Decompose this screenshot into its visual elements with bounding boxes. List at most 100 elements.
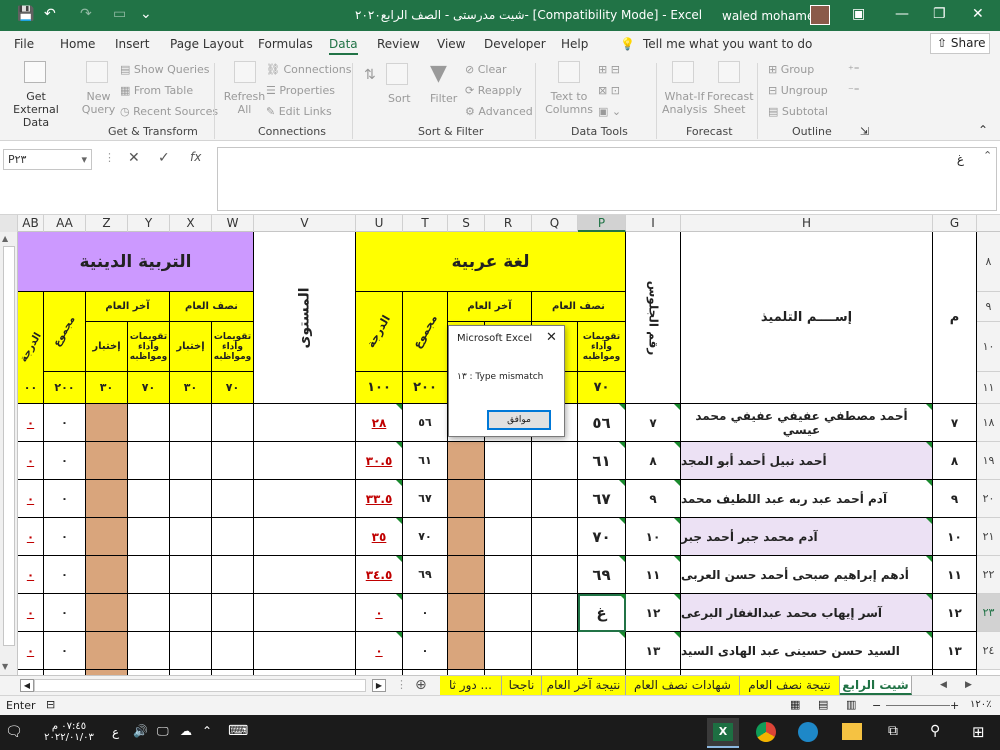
cell-name[interactable]: آدم أحمد عبد ربه عبد اللطيف محمد (681, 480, 933, 518)
onedrive-icon[interactable]: ☁ (180, 724, 192, 738)
column-header-t[interactable]: T (403, 215, 448, 232)
group-button[interactable]: ⊞ Group (768, 63, 814, 76)
zoom-level[interactable]: ١٢٠٪ (970, 699, 992, 710)
row-header[interactable]: ٢٤ (977, 632, 1000, 670)
religion-mid-year-header[interactable]: نصف العام (170, 292, 254, 322)
user-name[interactable]: waled mohamed (722, 9, 822, 23)
from-table-button[interactable]: ▦ From Table (120, 84, 193, 97)
cell-m[interactable]: ١١ (933, 556, 977, 594)
column-header-g[interactable]: G (933, 215, 977, 232)
cell-z[interactable] (86, 404, 128, 442)
cell-name[interactable]: أحمد مصطفي عفيفي عفيفي محمد عيسي (681, 404, 933, 442)
cell-seat[interactable]: ٨ (626, 442, 681, 480)
name-box[interactable]: P٢٣ ▾ (3, 149, 92, 170)
religion-mid-test-header[interactable]: إختبار (170, 322, 212, 372)
cell-u[interactable]: ٢٨ (356, 404, 403, 442)
max-aa[interactable]: ٢٠٠ (44, 372, 86, 404)
page-break-view-icon[interactable]: ▥ (846, 698, 856, 711)
file-explorer-icon[interactable] (842, 723, 862, 740)
properties-button[interactable]: ☰ Properties (266, 84, 335, 97)
collapse-ribbon-icon[interactable]: ⌃ (978, 123, 988, 137)
tab-scroll-right-icon[interactable]: ▶ (965, 680, 972, 690)
cell-q[interactable] (532, 594, 578, 632)
max-x[interactable]: ٣٠ (170, 372, 212, 404)
cell-p[interactable]: ٦٩ (578, 556, 626, 594)
seat-no-header[interactable]: رقم الجلوس (626, 232, 681, 404)
level-header[interactable]: المستوى (254, 232, 356, 404)
arabic-mid-assess-header[interactable]: تقويمات وأداء ومواظبه (578, 322, 626, 372)
cell-p[interactable]: ٥٦ (578, 404, 626, 442)
cell-v[interactable] (254, 556, 356, 594)
cell-s[interactable] (448, 518, 485, 556)
cell-ab[interactable]: ٠ (18, 632, 44, 670)
scroll-right-icon[interactable]: ▶ (372, 679, 386, 692)
column-header-z[interactable]: Z (86, 215, 128, 232)
cell-seat[interactable]: ٧ (626, 404, 681, 442)
dialog-ok-button[interactable]: موافق (487, 410, 551, 430)
redo-icon[interactable]: ↷ (80, 6, 92, 22)
row-header[interactable]: ٩ (977, 292, 1000, 322)
cell-p[interactable]: ٦١ (578, 442, 626, 480)
arabic-grade-header[interactable]: الدرجة (356, 292, 403, 372)
column-header-r[interactable]: R (485, 215, 532, 232)
cell-m[interactable]: ١٣ (933, 632, 977, 670)
religion-total-header[interactable]: مجموع (44, 292, 86, 372)
cell-ab[interactable]: ٠ (18, 480, 44, 518)
edit-links-button[interactable]: ✎ Edit Links (266, 105, 332, 118)
sheet-tab[interactable]: نتيجة آخر العام (542, 676, 626, 695)
horizontal-scrollbar[interactable] (34, 679, 366, 692)
cell-y[interactable] (128, 632, 170, 670)
customize-qat-icon[interactable]: ⌄ (140, 6, 152, 22)
cell-z[interactable] (86, 518, 128, 556)
arabic-mid-year-header[interactable]: نصف العام (532, 292, 626, 322)
cell-r[interactable] (485, 556, 532, 594)
cell-q[interactable] (532, 632, 578, 670)
edge-icon[interactable] (798, 722, 818, 742)
cell-v[interactable] (254, 480, 356, 518)
scroll-left-icon[interactable]: ◀ (20, 679, 34, 692)
column-header-s[interactable]: S (448, 215, 485, 232)
cell-u[interactable]: ٣٠.٥ (356, 442, 403, 480)
macro-record-icon[interactable]: ⊟ (46, 698, 55, 711)
tell-me-search[interactable]: Tell me what you want to do (643, 37, 812, 51)
religion-end-assess-header[interactable]: تقويمات وأداء ومواظبه (128, 322, 170, 372)
cell-aa[interactable]: ٠ (44, 518, 86, 556)
cell-s[interactable] (448, 480, 485, 518)
column-header-p[interactable]: P (578, 215, 626, 232)
subtotal-button[interactable]: ▤ Subtotal (768, 105, 828, 118)
new-query-button[interactable]: New Query (76, 90, 121, 116)
cell-m[interactable]: ٨ (933, 442, 977, 480)
cell-z[interactable] (86, 594, 128, 632)
cell-s[interactable] (448, 556, 485, 594)
row-header[interactable]: ١٨ (977, 404, 1000, 442)
cell-v[interactable] (254, 632, 356, 670)
sheet-tab-active[interactable]: شيت الرابع (840, 676, 912, 695)
cell-z[interactable] (86, 556, 128, 594)
undo-icon[interactable]: ↶ (44, 6, 56, 22)
cell-t[interactable]: ٦٩ (403, 556, 448, 594)
row-header[interactable]: ٢٠ (977, 480, 1000, 518)
tab-insert[interactable]: Insert (115, 37, 149, 51)
row-header[interactable]: ٢٣ (977, 594, 1000, 632)
remove-duplicates-icon[interactable]: ⊠ ⊡ (598, 84, 620, 97)
cell-y[interactable] (128, 480, 170, 518)
clear-button[interactable]: ⊘ Clear (465, 63, 507, 76)
cell-v[interactable] (254, 442, 356, 480)
cell-p[interactable]: غ (578, 594, 626, 632)
tab-view[interactable]: View (437, 37, 465, 51)
cell-m[interactable]: ٩ (933, 480, 977, 518)
religion-header[interactable]: التربية الدينية (18, 232, 254, 292)
cell-w[interactable] (212, 404, 254, 442)
start-icon[interactable]: ⊞ (972, 723, 985, 741)
select-all-corner[interactable] (0, 215, 18, 232)
student-name-header[interactable]: إســــم التلميذ (681, 232, 933, 404)
column-header-v[interactable]: V (254, 215, 356, 232)
cell-r[interactable] (485, 594, 532, 632)
cell-z[interactable] (86, 480, 128, 518)
cell-name[interactable]: السيد حسن حسينى عبد الهادى السيد (681, 632, 933, 670)
tab-help[interactable]: Help (561, 37, 588, 51)
cell-s[interactable] (448, 594, 485, 632)
cell-p[interactable]: ٦٧ (578, 480, 626, 518)
cell-w[interactable] (212, 518, 254, 556)
cell-q[interactable] (532, 518, 578, 556)
